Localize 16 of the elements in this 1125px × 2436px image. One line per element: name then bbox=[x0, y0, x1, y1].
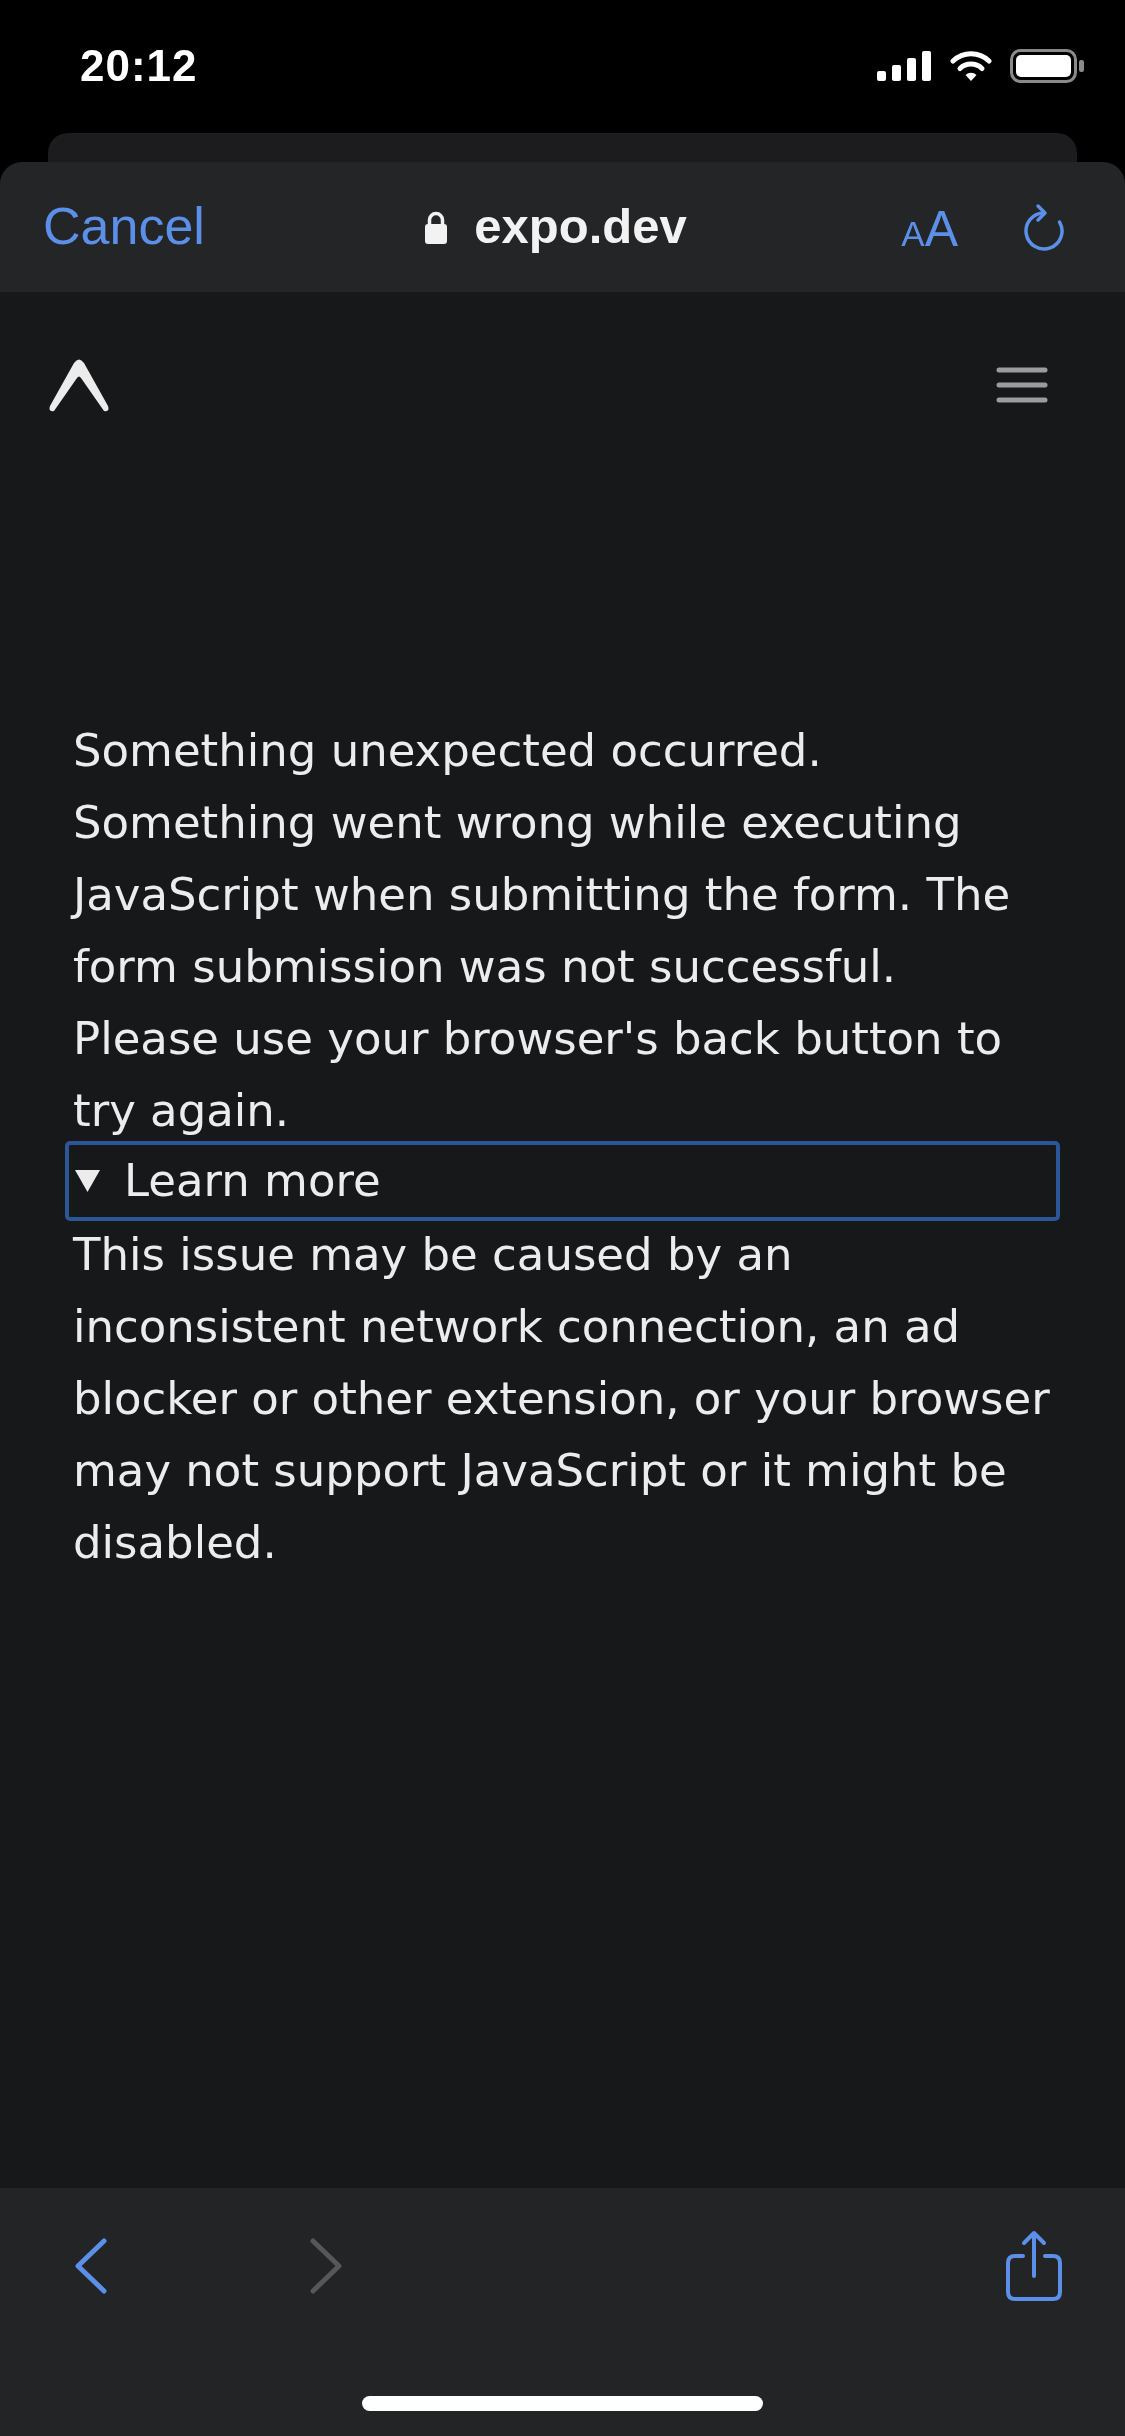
error-message: Something went wrong while executing JavaScript when submitting the form. The form submission was not successful. bbox=[65, 787, 1066, 1003]
text-size-button[interactable]: AA bbox=[901, 200, 958, 254]
details-text: This issue may be caused by an inconsistent network connection, an ad blocker or other extension, or your browser may not support JavaScript or it might be disabled. bbox=[72, 1227, 1051, 1571]
url-text[interactable]: expo.dev bbox=[474, 200, 687, 254]
wifi-icon bbox=[950, 50, 992, 81]
learn-more-toggle[interactable]: Learn more bbox=[65, 1141, 1060, 1221]
share-button[interactable] bbox=[1004, 2229, 1064, 2303]
back-button[interactable] bbox=[75, 2238, 107, 2294]
menu-button[interactable] bbox=[996, 367, 1048, 403]
error-heading: Something unexpected occurred. bbox=[72, 723, 823, 779]
cancel-button[interactable]: Cancel bbox=[43, 198, 205, 256]
status-time: 20:12 bbox=[80, 40, 198, 91]
battery-icon bbox=[1010, 48, 1085, 83]
logo-icon[interactable] bbox=[48, 357, 110, 413]
error-message: Please use your browser's back button to try again. bbox=[72, 1011, 1004, 1139]
signal-icon bbox=[877, 50, 932, 81]
